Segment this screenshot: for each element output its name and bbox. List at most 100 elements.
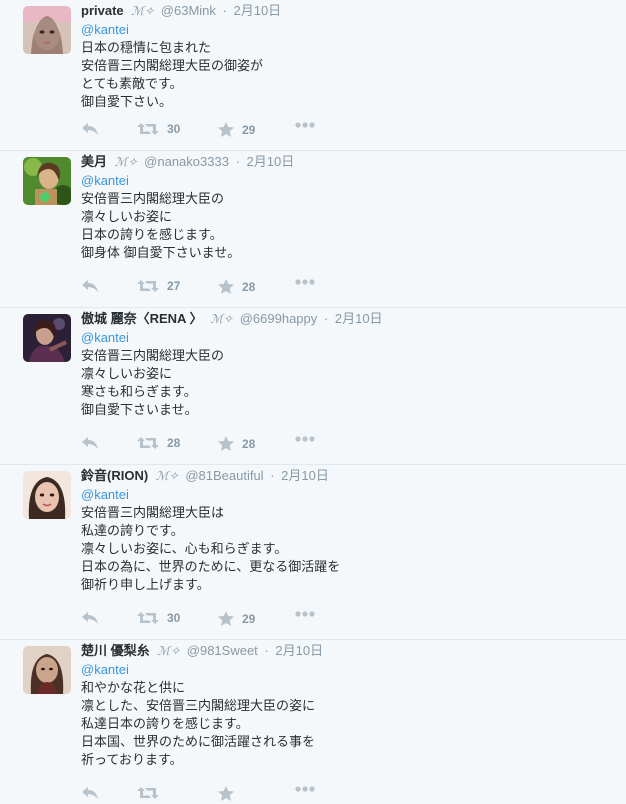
tweet[interactable]: 鈴音(RION) ℳ✧ @81Beautiful · 2月10日 @kantei…	[0, 465, 626, 640]
avatar[interactable]	[23, 646, 71, 694]
favorite-button[interactable]: 29	[218, 611, 255, 626]
tweet[interactable]: 傲城 麗奈〈RENA 〉 ℳ✧ @6699happy · 2月10日 @kant…	[0, 308, 626, 465]
more-icon	[295, 279, 315, 285]
tweet-content: private ℳ✧ @63Mink · 2月10日 @kantei 日本の穏情…	[81, 2, 616, 111]
username[interactable]: @63Mink	[161, 3, 216, 18]
favorite-button[interactable]: 28	[218, 436, 255, 451]
retweet-count: 28	[167, 436, 181, 450]
tweet-text-line: 安倍晋三内閣総理大臣の	[81, 191, 225, 206]
tweet-header: 楚川 優梨糸 ℳ✧ @981Sweet · 2月10日	[81, 642, 616, 660]
favorite-button[interactable]	[218, 786, 234, 801]
mention-link[interactable]: @kantei	[81, 172, 616, 190]
tweet-text-line: 安倍晋三内閣総理大臣の	[81, 348, 225, 363]
timestamp[interactable]: 2月10日	[247, 154, 295, 169]
name-badge-icon: ℳ✧	[155, 469, 179, 483]
mention-link[interactable]: @kantei	[81, 21, 616, 39]
retweet-count: 30	[167, 122, 181, 136]
tweet-content: 美月 ℳ✧ @nanako3333 · 2月10日 @kantei 安倍晋三内閣…	[81, 153, 616, 262]
tweet-text-line: 日本の為に、世界のために、更なる御活躍を	[81, 559, 341, 574]
separator-dot: ·	[323, 311, 329, 326]
tweet[interactable]: 美月 ℳ✧ @nanako3333 · 2月10日 @kantei 安倍晋三内閣…	[0, 151, 626, 308]
star-icon	[218, 436, 234, 451]
reply-button[interactable]	[81, 279, 99, 293]
username[interactable]: @6699happy	[240, 311, 318, 326]
username[interactable]: @981Sweet	[187, 643, 258, 658]
tweet-text-line: 御祈り申し上げます。	[81, 577, 210, 592]
display-name[interactable]: 楚川 優梨糸	[81, 643, 150, 658]
reply-icon	[82, 787, 98, 799]
username[interactable]: @81Beautiful	[185, 468, 263, 483]
more-button[interactable]	[295, 611, 315, 617]
more-icon	[295, 611, 315, 617]
favorite-count: 29	[242, 611, 256, 626]
more-icon	[295, 436, 315, 442]
more-button[interactable]	[295, 279, 315, 285]
retweet-button[interactable]	[137, 786, 159, 800]
reply-button[interactable]	[81, 436, 99, 450]
retweet-icon	[137, 612, 159, 624]
display-name[interactable]: 鈴音(RION)	[81, 468, 148, 483]
more-button[interactable]	[295, 786, 315, 792]
avatar[interactable]	[23, 471, 71, 519]
reply-button[interactable]	[81, 786, 99, 800]
tweet-text: @kantei 和やかな花と供に 凛とした、安倍晋三内閣総理大臣の姿に 私達日本…	[81, 661, 616, 769]
reply-icon	[82, 612, 98, 624]
timestamp[interactable]: 2月10日	[335, 311, 383, 326]
retweet-count: 30	[167, 611, 181, 625]
avatar[interactable]	[23, 314, 71, 362]
timestamp[interactable]: 2月10日	[275, 643, 323, 658]
display-name[interactable]: 傲城 麗奈〈RENA 〉	[81, 311, 203, 326]
display-name[interactable]: 美月	[81, 154, 107, 169]
reply-button[interactable]	[81, 122, 99, 136]
tweet-text-line: 私達の誇りです。	[81, 523, 184, 538]
separator-dot: ·	[270, 468, 275, 483]
tweet-text-line: 御自愛下さいませ。	[81, 402, 198, 417]
mention-link[interactable]: @kantei	[81, 486, 616, 504]
retweet-button[interactable]: 30	[137, 122, 180, 136]
favorite-button[interactable]: 29	[218, 122, 255, 137]
tweet-text-line: とても素敵です。	[81, 76, 183, 91]
retweet-icon	[137, 437, 159, 449]
tweet-text-line: 安倍晋三内閣総理大臣の御姿が	[81, 58, 264, 73]
tweet-content: 鈴音(RION) ℳ✧ @81Beautiful · 2月10日 @kantei…	[81, 467, 616, 594]
retweet-button[interactable]: 27	[137, 279, 180, 293]
tweet-text-line: 寒さも和らぎます。	[81, 384, 197, 399]
retweet-icon	[137, 280, 159, 292]
timestamp[interactable]: 2月10日	[233, 3, 281, 18]
more-button[interactable]	[295, 122, 315, 128]
tweet-header: 傲城 麗奈〈RENA 〉 ℳ✧ @6699happy · 2月10日	[81, 310, 616, 328]
timestamp[interactable]: 2月10日	[281, 468, 329, 483]
retweet-button[interactable]: 30	[137, 611, 180, 625]
favorite-count: 28	[242, 279, 256, 294]
avatar[interactable]	[23, 6, 71, 54]
tweet-text: @kantei 安倍晋三内閣総理大臣は 私達の誇りです。 凛々しいお姿に、心も和…	[81, 486, 616, 594]
tweet-text-line: 日本の穏情に包まれた	[81, 40, 212, 55]
avatar[interactable]	[23, 157, 71, 205]
more-button[interactable]	[295, 436, 315, 442]
tweet[interactable]: 楚川 優梨糸 ℳ✧ @981Sweet · 2月10日 @kantei 和やかな…	[0, 640, 626, 801]
name-badge-icon: ℳ✧	[131, 4, 155, 18]
reply-icon	[82, 280, 98, 292]
favorite-count: 29	[242, 122, 256, 137]
tweet-text-line: 凛々しいお姿に、心も和らぎます。	[81, 541, 288, 556]
tweet-text-line: 私達日本の誇りを感じます。	[81, 716, 249, 731]
username[interactable]: @nanako3333	[144, 154, 229, 169]
reply-button[interactable]	[81, 611, 99, 625]
tweet-header: 鈴音(RION) ℳ✧ @81Beautiful · 2月10日	[81, 467, 616, 485]
favorite-button[interactable]: 28	[218, 279, 255, 294]
tweet-text-line: 日本国、世界のために御活躍される事を	[81, 734, 316, 749]
retweet-button[interactable]: 28	[137, 436, 180, 450]
mention-link[interactable]: @kantei	[81, 661, 616, 679]
tweet-text-line: 凛々しいお姿に	[81, 366, 173, 381]
tweet-header: 美月 ℳ✧ @nanako3333 · 2月10日	[81, 153, 616, 171]
tweet-text-line: 御身体 御自愛下さいませ。	[81, 245, 241, 260]
display-name[interactable]: private	[81, 3, 124, 18]
mention-link[interactable]: @kantei	[81, 329, 616, 347]
tweet-content: 傲城 麗奈〈RENA 〉 ℳ✧ @6699happy · 2月10日 @kant…	[81, 310, 616, 419]
tweet[interactable]: private ℳ✧ @63Mink · 2月10日 @kantei 日本の穏情…	[0, 0, 626, 151]
name-badge-icon: ℳ✧	[210, 312, 234, 326]
tweet-text-line: 祈っております。	[81, 752, 183, 767]
star-icon	[218, 786, 234, 801]
star-icon	[218, 122, 234, 137]
name-badge-icon: ℳ✧	[114, 155, 138, 169]
